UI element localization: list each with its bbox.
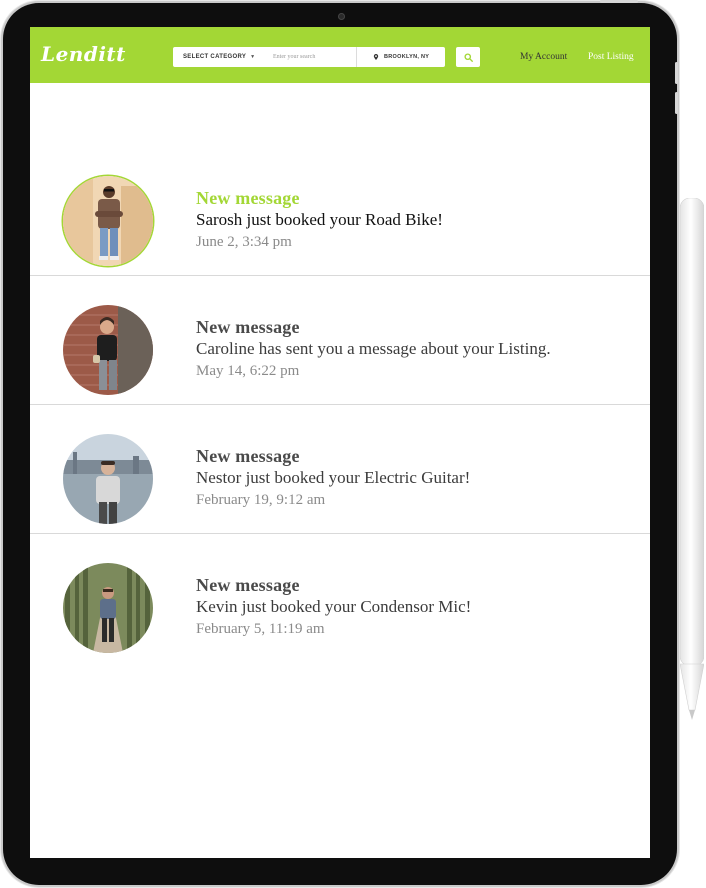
tablet-frame: Lenditt SELECT CATEGORY ▼ BROOKLYN, NY (3, 3, 677, 885)
notification-title: New message (196, 446, 300, 466)
top-header: Lenditt SELECT CATEGORY ▼ BROOKLYN, NY (30, 27, 650, 83)
post-listing-link[interactable]: Post Listing (588, 52, 634, 62)
notification-body: Nestor just booked your Electric Guitar! (196, 468, 471, 487)
search-bar: SELECT CATEGORY ▼ BROOKLYN, NY (173, 47, 445, 67)
notification-time: June 2, 3:34 pm (196, 234, 292, 250)
notification-text: New message Nestor just booked your Elec… (196, 445, 470, 511)
notification-item[interactable]: New message Caroline has sent you a mess… (30, 276, 650, 405)
notification-title: New message (196, 188, 300, 208)
notification-title: New message (196, 317, 300, 337)
notification-time: May 14, 6:22 pm (196, 363, 300, 379)
notification-body: Sarosh just booked your Road Bike! (196, 210, 443, 229)
notification-body: Kevin just booked your Condensor Mic! (196, 597, 472, 616)
my-account-link[interactable]: My Account (520, 52, 567, 62)
volume-down-button (675, 92, 678, 114)
stylus-pencil (680, 198, 704, 720)
screen: Lenditt SELECT CATEGORY ▼ BROOKLYN, NY (30, 27, 650, 858)
avatar (63, 176, 153, 266)
notification-body: Caroline has sent you a message about yo… (196, 339, 551, 358)
search-input[interactable] (263, 47, 356, 67)
volume-up-button (675, 62, 678, 84)
camera-icon (338, 13, 345, 20)
avatar (63, 563, 153, 653)
location-select[interactable]: BROOKLYN, NY (357, 54, 445, 60)
category-select[interactable]: SELECT CATEGORY ▼ (173, 54, 263, 60)
notification-text: New message Kevin just booked your Conde… (196, 574, 471, 640)
location-pin-icon (373, 54, 379, 60)
search-button[interactable] (456, 47, 480, 67)
location-label: BROOKLYN, NY (384, 54, 430, 60)
notification-item[interactable]: New message Kevin just booked your Conde… (30, 534, 650, 662)
caret-down-icon: ▼ (250, 54, 256, 60)
power-button (600, 0, 638, 3)
logo[interactable]: Lenditt (41, 42, 126, 66)
notification-title: New message (196, 575, 300, 595)
search-icon (463, 52, 473, 62)
category-select-label: SELECT CATEGORY (183, 54, 247, 60)
avatar (63, 305, 153, 395)
notification-time: February 5, 11:19 am (196, 621, 325, 637)
notification-text: New message Caroline has sent you a mess… (196, 316, 551, 382)
notification-time: February 19, 9:12 am (196, 492, 326, 508)
notification-item[interactable]: New message Sarosh just booked your Road… (30, 147, 650, 276)
notification-list: New message Sarosh just booked your Road… (30, 147, 650, 662)
notification-text: New message Sarosh just booked your Road… (196, 187, 443, 253)
notification-item[interactable]: New message Nestor just booked your Elec… (30, 405, 650, 534)
avatar (63, 434, 153, 524)
